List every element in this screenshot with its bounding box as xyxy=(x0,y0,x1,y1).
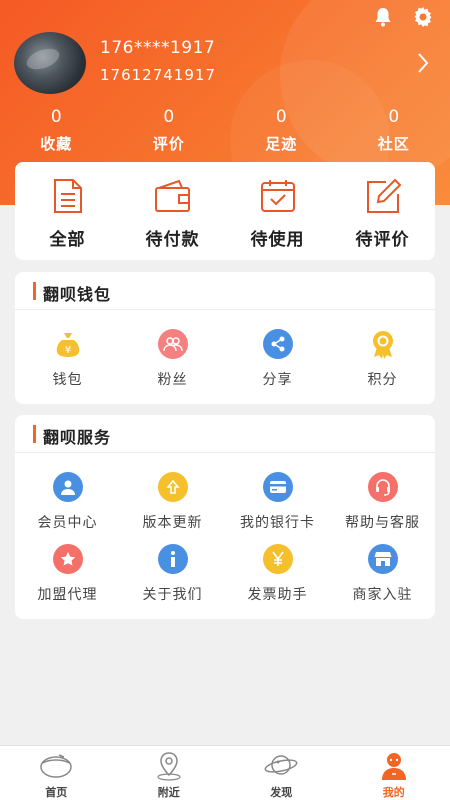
stats-row: 0 收藏 0 评价 0 足迹 0 社区 xyxy=(0,106,450,154)
wallet-item-wallet[interactable]: ¥ 钱包 xyxy=(15,310,120,389)
badge-icon xyxy=(368,329,398,359)
upload-icon xyxy=(157,472,188,502)
service-item-label: 关于我们 xyxy=(142,587,203,603)
wallet-item-points[interactable]: 积分 xyxy=(330,310,435,389)
order-pending-payment-button[interactable]: 待付款 xyxy=(120,162,225,260)
stat-value: 0 xyxy=(50,107,62,127)
stat-community[interactable]: 0 社区 xyxy=(338,106,450,154)
tab-label: 我的 xyxy=(382,786,405,799)
tab-nearby[interactable]: 附近 xyxy=(113,746,226,800)
service-item-member-center[interactable]: 会员中心 xyxy=(15,453,120,531)
stat-favorites[interactable]: 0 收藏 xyxy=(0,106,113,154)
stat-label: 收藏 xyxy=(40,135,73,153)
wallet-item-label: 分享 xyxy=(262,372,293,388)
stat-label: 评价 xyxy=(152,135,185,153)
svg-text:¥: ¥ xyxy=(64,345,70,356)
service-item-help-support[interactable]: 帮助与客服 xyxy=(330,453,435,531)
order-label: 全部 xyxy=(49,230,86,250)
wallet-card: 翻呗钱包 ¥ 钱包 粉丝 分享 积分 xyxy=(15,272,435,404)
section-accent-bar xyxy=(33,425,36,443)
document-icon xyxy=(15,178,120,216)
order-status-card: 全部 待付款 待使用 待评价 xyxy=(15,162,435,260)
service-item-label: 发票助手 xyxy=(247,587,308,603)
service-item-invoice-assistant[interactable]: 发票助手 xyxy=(225,525,330,603)
stat-label: 社区 xyxy=(377,135,410,153)
settings-gear-icon[interactable] xyxy=(412,6,434,28)
service-item-about-us[interactable]: 关于我们 xyxy=(120,525,225,603)
service-item-label: 商家入驻 xyxy=(352,587,413,603)
tab-label: 发现 xyxy=(270,786,293,799)
bank-card-icon xyxy=(262,472,293,502)
wallet-item-label: 钱包 xyxy=(52,372,83,388)
section-title: 翻呗钱包 xyxy=(43,285,112,304)
member-icon xyxy=(52,472,83,502)
stat-value: 0 xyxy=(275,107,287,127)
avatar[interactable] xyxy=(14,32,86,94)
share-icon xyxy=(262,329,293,359)
fans-icon xyxy=(157,329,188,359)
profile-icon xyxy=(338,751,450,781)
order-label: 待付款 xyxy=(145,230,200,250)
service-grid: 会员中心 版本更新 我的银行卡 帮助与客服 加盟代理 关于我们 发票助手 商家入… xyxy=(15,453,435,603)
service-item-merchant-join[interactable]: 商家入驻 xyxy=(330,525,435,603)
stat-label: 足迹 xyxy=(265,135,298,153)
money-bag-icon: ¥ xyxy=(53,329,83,359)
stat-value: 0 xyxy=(388,107,400,127)
stat-reviews[interactable]: 0 评价 xyxy=(113,106,226,154)
star-icon xyxy=(52,544,83,574)
wallet-item-label: 积分 xyxy=(367,372,398,388)
wallet-item-share[interactable]: 分享 xyxy=(225,310,330,389)
wallet-grid: ¥ 钱包 粉丝 分享 积分 xyxy=(15,310,435,389)
user-phone: 17612741917 xyxy=(100,66,216,84)
planet-icon xyxy=(225,751,338,781)
service-item-label: 加盟代理 xyxy=(37,587,98,603)
order-all-button[interactable]: 全部 xyxy=(15,162,120,260)
tab-label: 首页 xyxy=(45,786,68,799)
service-item-franchise[interactable]: 加盟代理 xyxy=(15,525,120,603)
order-label: 待使用 xyxy=(250,230,305,250)
service-card: 翻呗服务 会员中心 版本更新 我的银行卡 帮助与客服 加盟代理 关于我们 发票助… xyxy=(15,415,435,619)
chevron-right-icon[interactable] xyxy=(417,52,429,78)
wallet-icon xyxy=(120,178,225,216)
stat-value: 0 xyxy=(163,107,175,127)
location-icon xyxy=(113,751,226,781)
bottom-tab-bar: 首页 附近 发现 我的 xyxy=(0,745,450,800)
shop-icon xyxy=(367,544,398,574)
stat-footprints[interactable]: 0 足迹 xyxy=(225,106,338,154)
wallet-item-label: 粉丝 xyxy=(157,372,188,388)
info-icon xyxy=(157,544,188,574)
wallet-item-fans[interactable]: 粉丝 xyxy=(120,310,225,389)
yen-icon xyxy=(262,544,293,574)
calendar-check-icon xyxy=(225,178,330,216)
service-item-bank-card[interactable]: 我的银行卡 xyxy=(225,453,330,531)
order-to-use-button[interactable]: 待使用 xyxy=(225,162,330,260)
user-name: 176****1917 xyxy=(100,38,216,58)
home-icon xyxy=(0,751,113,781)
tab-discover[interactable]: 发现 xyxy=(225,746,338,800)
notification-bell-icon[interactable] xyxy=(372,6,394,28)
order-label: 待评价 xyxy=(355,230,410,250)
tab-label: 附近 xyxy=(157,786,180,799)
section-accent-bar xyxy=(33,282,36,300)
tab-mine[interactable]: 我的 xyxy=(338,746,450,800)
headset-icon xyxy=(367,472,398,502)
edit-icon xyxy=(330,178,435,216)
tab-home[interactable]: 首页 xyxy=(0,746,113,800)
section-title: 翻呗服务 xyxy=(43,428,112,447)
order-to-review-button[interactable]: 待评价 xyxy=(330,162,435,260)
wallet-section-header: 翻呗钱包 xyxy=(15,272,435,310)
service-section-header: 翻呗服务 xyxy=(15,415,435,453)
service-item-version-update[interactable]: 版本更新 xyxy=(120,453,225,531)
